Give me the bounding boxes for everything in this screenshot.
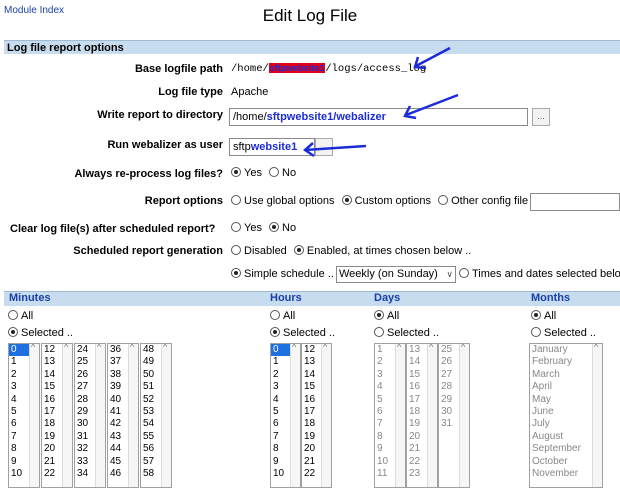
global-options-radio[interactable] [231, 195, 241, 205]
days-selected-radio[interactable] [374, 327, 384, 337]
clear-logs-yes-radio[interactable] [231, 222, 241, 232]
minutes-list-0[interactable]: 0 1 2 3 4 5 6 7 8 9 10 [8, 343, 40, 488]
base-logfile-value: /home/sftpwebsite1/logs/access_log [231, 63, 427, 75]
months-selected-option: Selected .. [531, 327, 596, 339]
scrollbar[interactable] [427, 344, 437, 487]
clear-logs-options: Yes No [231, 222, 300, 234]
minutes-list-4[interactable]: 48 49 50 51 52 53 54 55 56 57 58 [140, 343, 172, 488]
days-list-0[interactable]: 1 2 3 4 5 6 7 8 9 10 11 [374, 343, 406, 488]
simple-schedule-option: Simple schedule .. [231, 268, 334, 280]
days-all-radio[interactable] [374, 310, 384, 320]
scrollbar[interactable] [395, 344, 405, 487]
days-selected-option: Selected .. [374, 327, 439, 339]
days-all-option: All [374, 310, 399, 322]
other-config-input[interactable] [530, 193, 620, 211]
minutes-selected-radio[interactable] [8, 327, 18, 337]
scrollbar[interactable] [62, 344, 72, 487]
scrollbar[interactable] [290, 344, 300, 487]
redacted-username: sftpwebsite1 [268, 63, 326, 73]
scheduled-options: Disabled Enabled, at times chosen below … [231, 245, 475, 257]
reprocess-yes-radio[interactable] [231, 167, 241, 177]
reprocess-label: Always re-process log files? [74, 168, 223, 180]
scheduled-label: Scheduled report generation [73, 245, 223, 257]
annotation-arrow-3 [302, 142, 367, 158]
hours-all-option: All [270, 310, 295, 322]
minutes-title: Minutes [9, 292, 51, 304]
scrollbar[interactable] [128, 344, 138, 487]
schedule-enabled-radio[interactable] [293, 245, 304, 255]
times-dates-radio[interactable] [459, 268, 469, 278]
hours-list-1[interactable]: 12 13 14 15 16 17 18 19 20 21 22 [301, 343, 332, 488]
minutes-all-radio[interactable] [8, 310, 18, 320]
custom-options-radio[interactable] [341, 195, 352, 205]
minutes-list-2[interactable]: 24 25 26 27 28 29 30 31 32 33 34 [74, 343, 106, 488]
months-all-option: All [531, 310, 556, 322]
other-config-radio[interactable] [438, 195, 449, 205]
months-title: Months [531, 292, 571, 304]
annotation-arrow-2 [403, 93, 459, 120]
write-dir-input[interactable]: /home/sftpwebsite1/webalizer [229, 108, 528, 126]
annotation-arrow-1 [413, 46, 451, 70]
scrollbar[interactable] [459, 344, 469, 487]
minutes-list-3[interactable]: 36 37 38 39 40 41 42 43 44 45 46 [107, 343, 139, 488]
logfile-type-value: Apache [231, 86, 269, 98]
schedule-header-bar [4, 291, 620, 306]
chevron-down-icon: ∨ [446, 269, 453, 279]
schedule-disabled-radio[interactable] [231, 245, 241, 255]
hours-all-radio[interactable] [270, 310, 280, 320]
base-logfile-label: Base logfile path [134, 63, 223, 75]
days-title: Days [374, 292, 401, 304]
clear-logs-no-radio[interactable] [269, 222, 280, 232]
scrollbar[interactable] [161, 344, 171, 487]
months-list[interactable]: January February March April May June July Augu… [529, 343, 603, 488]
hours-selected-option: Selected .. [270, 327, 335, 339]
minutes-selected-option: Selected .. [8, 327, 73, 339]
clear-logs-label: Clear log file(s) after scheduled report… [10, 223, 216, 235]
minutes-all-option: All [8, 310, 33, 322]
days-list-2[interactable]: 25 26 27 28 29 30 31 [438, 343, 470, 488]
section-header: Log file report options [4, 40, 620, 54]
months-selected-radio[interactable] [531, 327, 541, 337]
report-options-choices: Use global options Custom options Other … [231, 195, 541, 207]
hours-title: Hours [270, 292, 302, 304]
schedule-frequency-select[interactable]: Weekly (on Sunday) ∨ [336, 266, 456, 283]
hours-list-0[interactable]: 0 1 2 3 4 5 6 7 8 9 10 [270, 343, 301, 488]
days-list-1[interactable]: 13 14 15 16 17 18 19 20 21 22 23 [406, 343, 438, 488]
page-title: Edit Log File [262, 6, 358, 25]
hours-selected-radio[interactable] [270, 327, 280, 337]
write-dir-browse-button[interactable]: ... [532, 108, 550, 126]
months-all-radio[interactable] [531, 310, 541, 320]
scrollbar[interactable] [29, 344, 39, 487]
logfile-type-label: Log file type [158, 86, 223, 98]
scrollbar[interactable] [95, 344, 105, 487]
minutes-list-1[interactable]: 12 13 14 15 16 17 18 19 20 21 22 [41, 343, 73, 488]
write-dir-label: Write report to directory [97, 109, 223, 121]
reprocess-options: Yes No [231, 167, 300, 179]
times-dates-option: Times and dates selected below .. [459, 268, 620, 280]
report-options-label: Report options [144, 195, 223, 207]
scrollbar[interactable] [592, 344, 602, 487]
reprocess-no-radio[interactable] [269, 167, 280, 177]
run-as-label: Run webalizer as user [107, 139, 223, 151]
simple-schedule-radio[interactable] [231, 268, 241, 278]
scrollbar[interactable] [321, 344, 331, 487]
